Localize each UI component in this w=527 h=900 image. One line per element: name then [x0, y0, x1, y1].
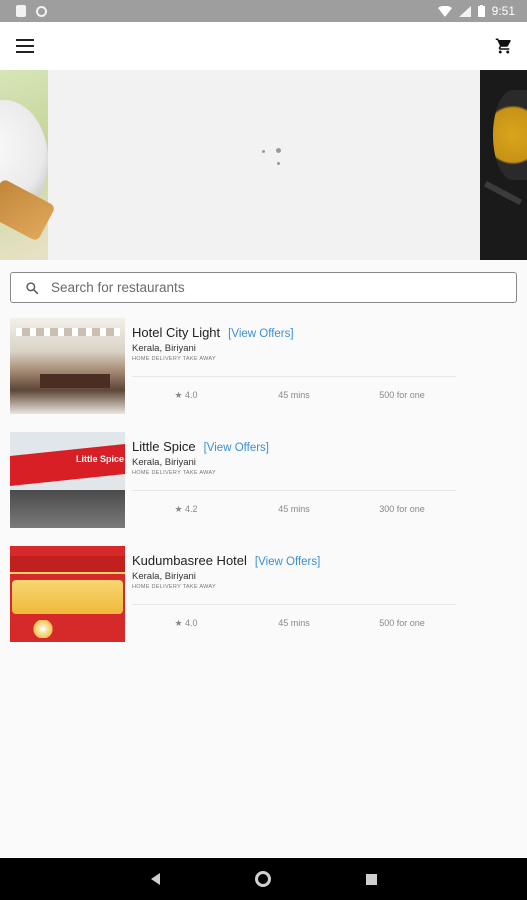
delivery-time: 45 mins [278, 390, 310, 400]
sd-card-icon [16, 5, 26, 17]
rating: ★ 4.0 [132, 390, 240, 401]
restaurant-card[interactable]: Little Spice Little Spice [View Offers] K… [0, 430, 527, 544]
restaurant-card[interactable]: Kudumbasree Hotel [View Offers] Kerala, B… [0, 544, 527, 658]
view-offers-link[interactable]: [View Offers] [255, 556, 320, 568]
cost-for-one: 500 for one [379, 390, 425, 400]
restaurant-services: HOME DELIVERY TAKE AWAY [132, 584, 216, 590]
app-bar [0, 22, 527, 70]
star-icon: ★ [174, 504, 183, 514]
sync-icon [36, 5, 47, 17]
signal-icon [458, 5, 471, 17]
recents-icon[interactable] [365, 873, 377, 885]
search-bar[interactable] [10, 272, 517, 303]
restaurant-cuisine: Kerala, Biriyani [132, 571, 196, 582]
restaurant-card[interactable]: Hotel City Light [View Offers] Kerala, Bi… [0, 316, 527, 430]
divider [132, 604, 456, 605]
restaurant-stats: ★ 4.0 45 mins 500 for one [132, 618, 456, 629]
restaurant-stats: ★ 4.2 45 mins 300 for one [132, 504, 456, 515]
banner-image-prev[interactable] [0, 70, 56, 260]
menu-icon[interactable] [16, 39, 34, 53]
system-icons: 9:51 [437, 4, 515, 18]
status-bar: 9:51 [0, 0, 527, 22]
restaurant-cuisine: Kerala, Biriyani [132, 343, 196, 354]
restaurant-thumbnail[interactable] [10, 546, 125, 642]
view-offers-link[interactable]: [View Offers] [204, 442, 269, 454]
cost-for-one: 500 for one [379, 618, 425, 628]
notification-icons [16, 5, 47, 17]
battery-icon [477, 5, 485, 17]
banner-carousel[interactable] [0, 70, 527, 260]
loading-spinner-icon [262, 146, 282, 166]
wifi-icon [437, 5, 452, 17]
star-icon: ★ [174, 618, 183, 628]
restaurant-thumbnail[interactable]: Little Spice [10, 432, 125, 528]
delivery-time: 45 mins [278, 504, 310, 514]
system-nav-bar [0, 858, 527, 900]
divider [132, 376, 456, 377]
restaurant-cuisine: Kerala, Biriyani [132, 457, 196, 468]
search-icon [26, 281, 39, 294]
restaurant-name[interactable]: Kudumbasree Hotel [132, 553, 247, 568]
cost-for-one: 300 for one [379, 504, 425, 514]
restaurant-title: Hotel City Light [View Offers] [132, 325, 294, 340]
rating: ★ 4.2 [132, 504, 240, 515]
restaurant-services: HOME DELIVERY TAKE AWAY [132, 356, 216, 362]
search-input[interactable] [51, 280, 516, 295]
rating-value: 4.2 [185, 504, 198, 514]
rating: ★ 4.0 [132, 618, 240, 629]
restaurant-name[interactable]: Hotel City Light [132, 325, 220, 340]
home-icon[interactable] [254, 871, 271, 887]
delivery-time: 45 mins [278, 618, 310, 628]
rating-value: 4.0 [185, 390, 198, 400]
restaurant-list: Hotel City Light [View Offers] Kerala, Bi… [0, 316, 527, 658]
view-offers-link[interactable]: [View Offers] [228, 328, 293, 340]
divider [132, 490, 456, 491]
thumbnail-sign-text: Little Spice [76, 454, 125, 464]
restaurant-thumbnail[interactable] [10, 318, 125, 414]
clock: 9:51 [491, 4, 515, 18]
restaurant-stats: ★ 4.0 45 mins 500 for one [132, 390, 456, 401]
star-icon: ★ [174, 390, 183, 400]
cart-icon[interactable] [495, 37, 513, 55]
restaurant-title: Kudumbasree Hotel [View Offers] [132, 553, 320, 568]
restaurant-name[interactable]: Little Spice [132, 439, 196, 454]
back-icon[interactable] [150, 873, 160, 885]
restaurant-services: HOME DELIVERY TAKE AWAY [132, 470, 216, 476]
rating-value: 4.0 [185, 618, 198, 628]
banner-image-next[interactable] [480, 70, 527, 260]
restaurant-title: Little Spice [View Offers] [132, 439, 269, 454]
